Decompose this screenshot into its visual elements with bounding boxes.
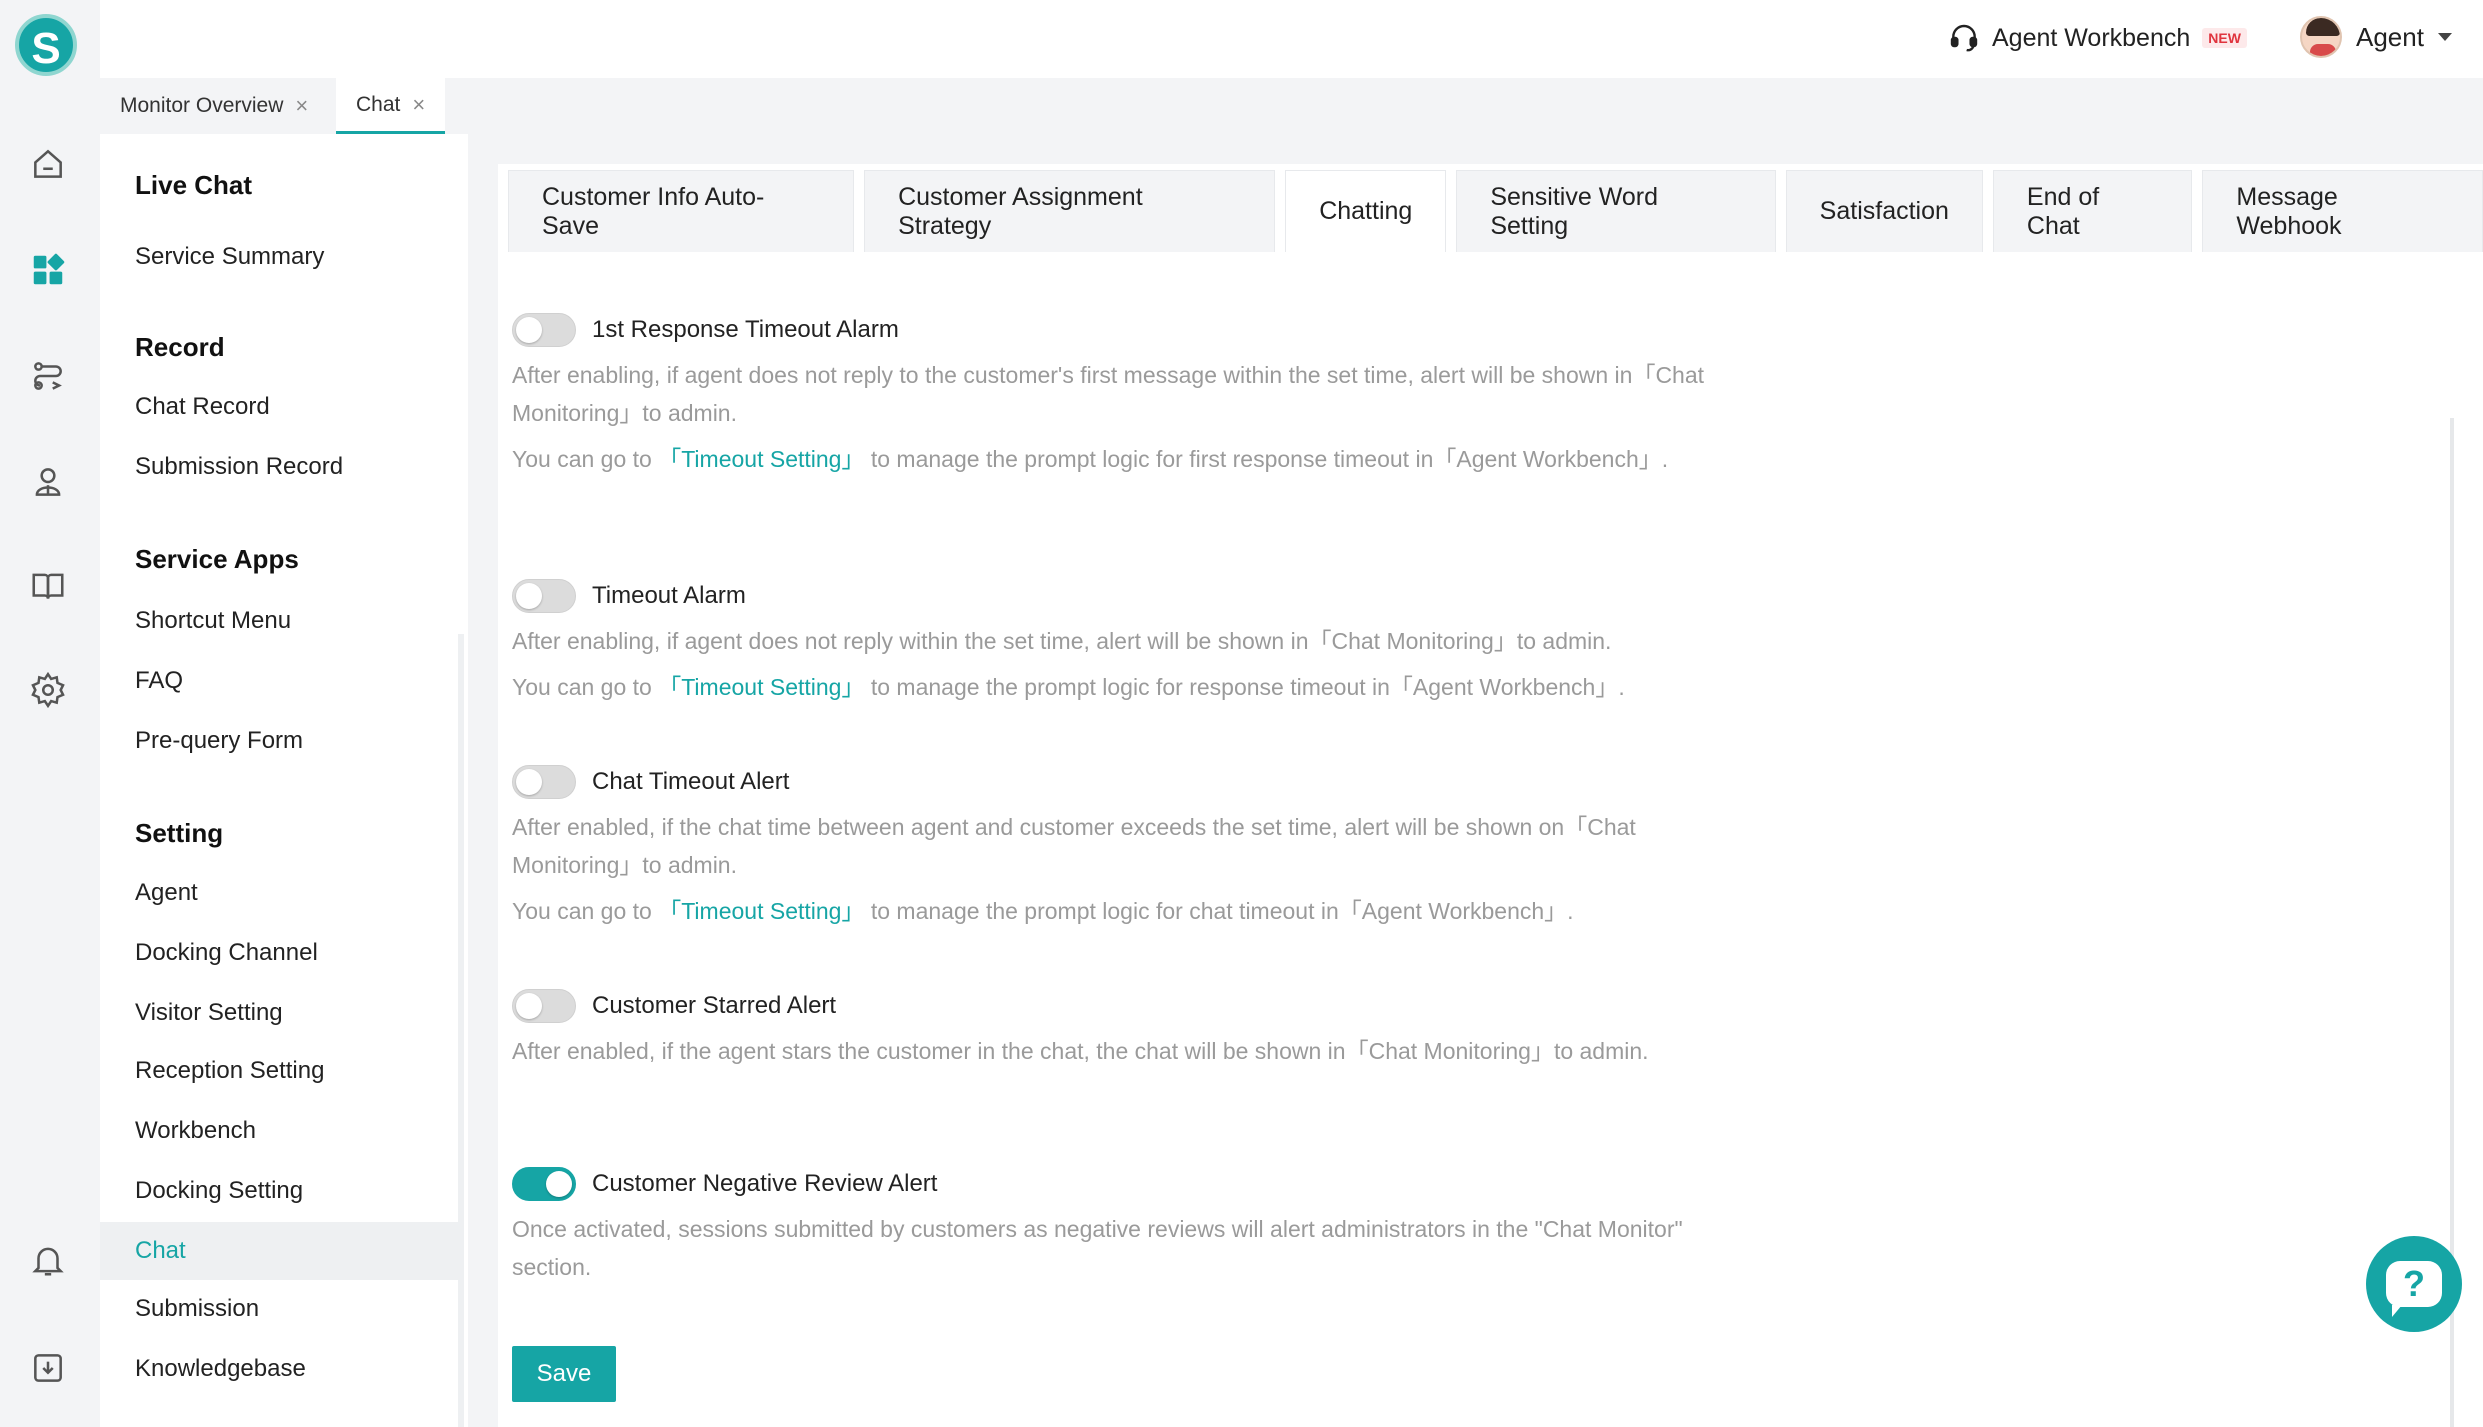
gear-icon[interactable] bbox=[28, 670, 68, 710]
home-icon[interactable] bbox=[28, 144, 68, 184]
caret-down-icon bbox=[2437, 33, 2452, 41]
help-icon: ? bbox=[2386, 1261, 2442, 1317]
sidebar-item-docking-setting[interactable]: Docking Setting bbox=[100, 1162, 462, 1220]
timeout-alarm-toggle[interactable] bbox=[512, 579, 576, 613]
tab-chatting[interactable]: Chatting bbox=[1285, 170, 1447, 252]
setting-customer-starred-alert: Customer Starred Alert After enabled, if… bbox=[512, 986, 1712, 1070]
timeout-setting-link[interactable]: 「Timeout Setting」 bbox=[658, 898, 864, 924]
first-response-timeout-toggle[interactable] bbox=[512, 313, 576, 347]
nav-group-live-chat: Live Chat bbox=[135, 170, 253, 200]
main-area: Customer Info Auto-Save Customer Assignm… bbox=[468, 134, 2483, 1427]
save-button[interactable]: Save bbox=[512, 1346, 616, 1402]
setting-timeout-alarm: Timeout Alarm After enabling, if agent d… bbox=[512, 576, 1712, 706]
sidebar-item-docking-channel[interactable]: Docking Channel bbox=[100, 924, 462, 982]
tab-customer-info-auto-save[interactable]: Customer Info Auto-Save bbox=[508, 170, 855, 252]
setting-description: After enabling, if agent does not reply … bbox=[512, 362, 1705, 426]
setting-hint: You can go to 「Timeout Setting」 to manag… bbox=[512, 892, 1712, 930]
setting-label: Customer Starred Alert bbox=[592, 992, 837, 1019]
hint-prefix: You can go to bbox=[512, 674, 659, 700]
nav-group-record: Record bbox=[135, 332, 225, 362]
help-button[interactable]: ? bbox=[2366, 1236, 2462, 1332]
hint-prefix: You can go to bbox=[512, 446, 659, 472]
setting-label: Timeout Alarm bbox=[592, 582, 746, 609]
setting-tabs: Customer Info Auto-Save Customer Assignm… bbox=[508, 170, 2483, 252]
page-tabs-bar: Monitor Overview × Chat × bbox=[100, 78, 2483, 134]
sidebar-item-workbench[interactable]: Workbench bbox=[100, 1102, 462, 1160]
grid-icon[interactable] bbox=[28, 250, 68, 290]
settings-panel: Customer Info Auto-Save Customer Assignm… bbox=[498, 164, 2483, 1427]
setting-first-response-timeout: 1st Response Timeout Alarm After enablin… bbox=[512, 310, 1712, 478]
avatar bbox=[2300, 16, 2342, 58]
setting-description: Once activated, sessions submitted by cu… bbox=[512, 1216, 1683, 1280]
hint-suffix: to manage the prompt logic for first res… bbox=[864, 446, 1669, 472]
user-icon[interactable] bbox=[28, 462, 68, 502]
sidebar-scrollbar[interactable] bbox=[458, 634, 464, 1427]
route-icon[interactable] bbox=[28, 356, 68, 396]
brand-logo[interactable]: S bbox=[15, 14, 77, 76]
close-icon[interactable]: × bbox=[295, 93, 308, 119]
sidebar-item-visitor-setting[interactable]: Visitor Setting bbox=[100, 984, 462, 1042]
page-tab-label: Monitor Overview bbox=[120, 94, 284, 117]
user-name: Agent bbox=[2356, 21, 2424, 52]
settings-sidebar: Live Chat Service Summary Record Chat Re… bbox=[100, 134, 468, 1427]
tab-end-of-chat[interactable]: End of Chat bbox=[1992, 170, 2193, 252]
icon-rail: S bbox=[0, 0, 100, 1427]
hint-suffix: to manage the prompt logic for chat time… bbox=[864, 898, 1574, 924]
tab-satisfaction[interactable]: Satisfaction bbox=[1785, 170, 1983, 252]
sidebar-item-submission[interactable]: Submission bbox=[100, 1280, 462, 1338]
sidebar-item-chat[interactable]: Chat bbox=[100, 1222, 462, 1280]
tab-sensitive-word-setting[interactable]: Sensitive Word Setting bbox=[1456, 170, 1776, 252]
sidebar-item-faq[interactable]: FAQ bbox=[100, 652, 462, 710]
sidebar-item-knowledgebase[interactable]: Knowledgebase bbox=[100, 1340, 462, 1398]
new-badge: NEW bbox=[2202, 28, 2247, 48]
sidebar-item-chat-record[interactable]: Chat Record bbox=[100, 378, 462, 436]
setting-label: Chat Timeout Alert bbox=[592, 768, 790, 795]
page-tab-label: Chat bbox=[356, 92, 401, 116]
sidebar-item-shortcut-menu[interactable]: Shortcut Menu bbox=[100, 592, 462, 650]
tab-message-webhook[interactable]: Message Webhook bbox=[2202, 170, 2483, 252]
setting-negative-review-alert: Customer Negative Review Alert Once acti… bbox=[512, 1164, 1712, 1286]
timeout-setting-link[interactable]: 「Timeout Setting」 bbox=[658, 446, 864, 472]
hint-suffix: to manage the prompt logic for response … bbox=[864, 674, 1625, 700]
user-menu[interactable]: Agent bbox=[2300, 14, 2452, 60]
nav-group-service-apps: Service Apps bbox=[135, 544, 299, 574]
agent-workbench-label: Agent Workbench bbox=[1992, 23, 2191, 52]
chat-timeout-alert-toggle[interactable] bbox=[512, 765, 576, 799]
download-icon[interactable] bbox=[28, 1348, 68, 1388]
agent-workbench-link[interactable]: Agent Workbench NEW bbox=[1948, 18, 2247, 58]
tab-customer-assignment-strategy[interactable]: Customer Assignment Strategy bbox=[864, 170, 1276, 252]
setting-hint: You can go to 「Timeout Setting」 to manag… bbox=[512, 440, 1712, 478]
close-icon[interactable]: × bbox=[412, 92, 425, 118]
setting-description: After enabled, if the agent stars the cu… bbox=[512, 1038, 1649, 1064]
nav-group-setting: Setting bbox=[135, 818, 224, 848]
setting-label: Customer Negative Review Alert bbox=[592, 1170, 938, 1197]
page-tab-monitor-overview[interactable]: Monitor Overview × bbox=[100, 78, 328, 134]
setting-hint: You can go to 「Timeout Setting」 to manag… bbox=[512, 668, 1712, 706]
setting-description: After enabled, if the chat time between … bbox=[512, 814, 1636, 878]
top-bar: Agent Workbench NEW Agent bbox=[100, 0, 2483, 78]
customer-starred-alert-toggle[interactable] bbox=[512, 989, 576, 1023]
timeout-setting-link[interactable]: 「Timeout Setting」 bbox=[658, 674, 864, 700]
bell-icon[interactable] bbox=[28, 1240, 68, 1280]
sidebar-item-agent[interactable]: Agent bbox=[100, 864, 462, 922]
sidebar-item-reception-setting[interactable]: Reception Setting bbox=[100, 1042, 462, 1100]
setting-chat-timeout-alert: Chat Timeout Alert After enabled, if the… bbox=[512, 762, 1712, 930]
sidebar-item-submission-record[interactable]: Submission Record bbox=[100, 438, 462, 496]
setting-label: 1st Response Timeout Alarm bbox=[592, 316, 899, 343]
book-icon[interactable] bbox=[28, 566, 68, 606]
hint-prefix: You can go to bbox=[512, 898, 659, 924]
sidebar-item-service-summary[interactable]: Service Summary bbox=[100, 228, 462, 286]
setting-description: After enabling, if agent does not reply … bbox=[512, 628, 1612, 654]
headset-icon bbox=[1950, 24, 1978, 52]
page-tab-chat[interactable]: Chat × bbox=[336, 78, 446, 134]
negative-review-alert-toggle[interactable] bbox=[512, 1167, 576, 1201]
sidebar-item-pre-query-form[interactable]: Pre-query Form bbox=[100, 712, 462, 770]
